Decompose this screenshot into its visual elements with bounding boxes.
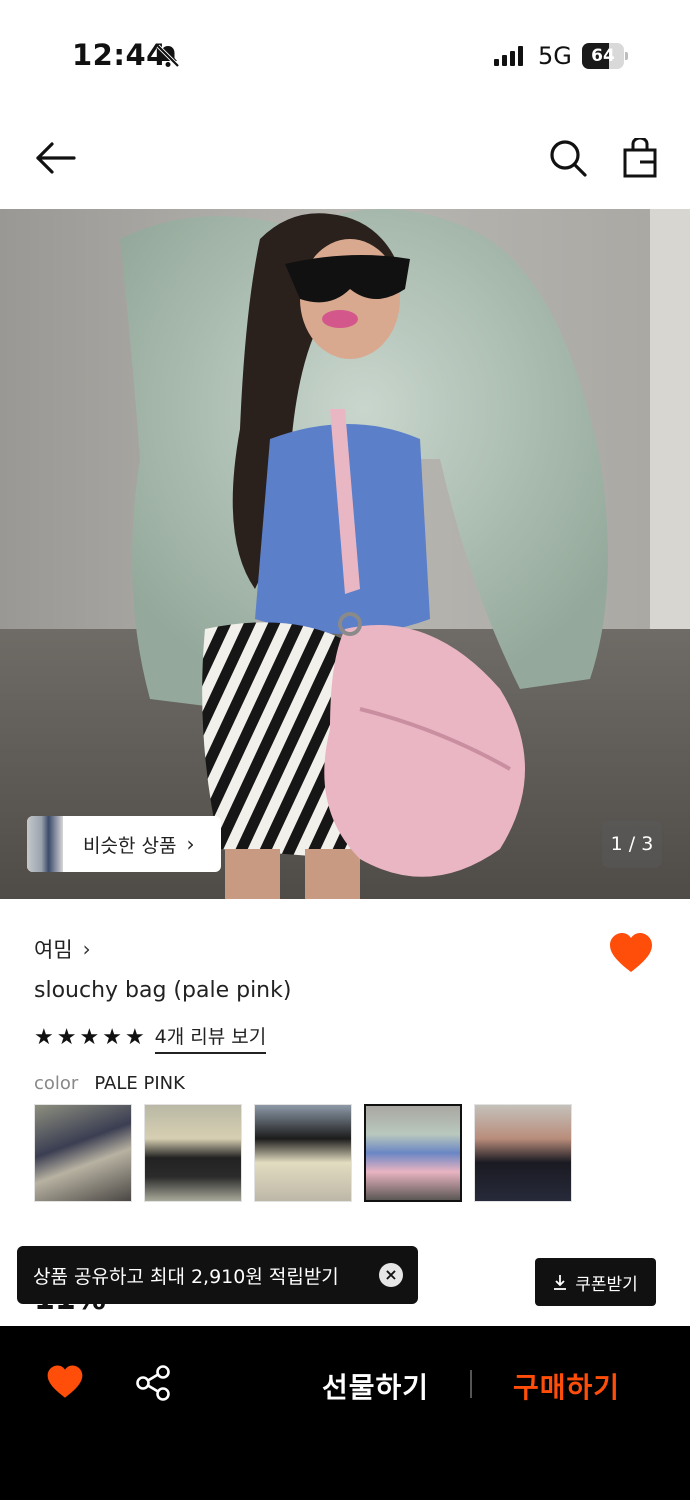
review-link[interactable]: 4개 리뷰 보기 — [154, 1022, 267, 1054]
star-rating: ★ ★ ★ ★ ★ — [34, 1024, 145, 1052]
color-thumbnail-selected[interactable] — [364, 1104, 462, 1202]
similar-thumbnail — [27, 816, 63, 872]
battery-icon: 64 — [582, 43, 628, 69]
wishlist-heart-icon[interactable] — [608, 932, 654, 974]
chevron-right-icon: › — [186, 832, 195, 856]
share-reward-toast[interactable]: 상품 공유하고 최대 2,910원 적립받기 × — [17, 1246, 418, 1304]
network-label: 5G — [538, 42, 572, 70]
top-nav — [0, 120, 690, 200]
color-value: PALE PINK — [94, 1073, 185, 1094]
color-thumbnail[interactable] — [144, 1104, 242, 1202]
hero-photo — [0, 209, 690, 899]
share-icon[interactable] — [134, 1364, 172, 1402]
toast-text: 상품 공유하고 최대 2,910원 적립받기 — [33, 1265, 339, 1288]
similar-products-button[interactable]: 비슷한 상품 › — [27, 816, 221, 872]
color-label: color — [34, 1073, 79, 1094]
shopping-bag-icon[interactable] — [622, 138, 658, 178]
close-icon[interactable]: × — [379, 1263, 403, 1287]
download-icon — [554, 1275, 567, 1290]
color-thumbnail[interactable] — [474, 1104, 572, 1202]
chevron-right-icon: › — [82, 937, 91, 961]
similar-products-label: 비슷한 상품 — [83, 834, 177, 857]
product-hero-image[interactable]: 비슷한 상품 › 1 / 3 — [0, 209, 690, 899]
status-time: 12:44 — [72, 38, 167, 72]
color-row: color PALE PINK — [34, 1073, 185, 1094]
color-thumbnail[interactable] — [254, 1104, 352, 1202]
brand-name: 여밈 — [34, 938, 73, 962]
star-icon: ★ — [79, 1025, 100, 1050]
coupon-button[interactable]: 쿠폰받기 — [535, 1258, 656, 1306]
star-icon: ★ — [102, 1025, 122, 1050]
divider — [470, 1370, 472, 1398]
bottom-action-bar: 선물하기 구매하기 — [0, 1326, 690, 1500]
buy-button[interactable]: 구매하기 — [513, 1366, 620, 1406]
color-thumbnail[interactable] — [34, 1104, 132, 1202]
back-arrow-icon[interactable] — [34, 140, 76, 176]
product-name: slouchy bag (pale pink) — [34, 978, 292, 1003]
signal-icon — [494, 46, 523, 66]
star-icon: ★ — [124, 1025, 145, 1050]
coupon-label: 쿠폰받기 — [575, 1274, 638, 1295]
rating-row: ★ ★ ★ ★ ★ 4개 리뷰 보기 — [34, 1022, 267, 1054]
star-icon: ★ — [56, 1025, 77, 1050]
brand-link[interactable]: 여밈 › — [34, 934, 91, 964]
gift-button[interactable]: 선물하기 — [322, 1366, 429, 1406]
search-icon[interactable] — [548, 138, 588, 178]
image-counter: 1 / 3 — [602, 820, 662, 868]
battery-percent: 64 — [591, 46, 615, 66]
heart-icon[interactable] — [46, 1364, 84, 1400]
color-thumbnails — [34, 1104, 572, 1202]
star-icon: ★ — [34, 1025, 54, 1050]
bell-slash-icon — [156, 44, 180, 68]
status-bar: 12:44 5G 64 — [0, 0, 690, 110]
